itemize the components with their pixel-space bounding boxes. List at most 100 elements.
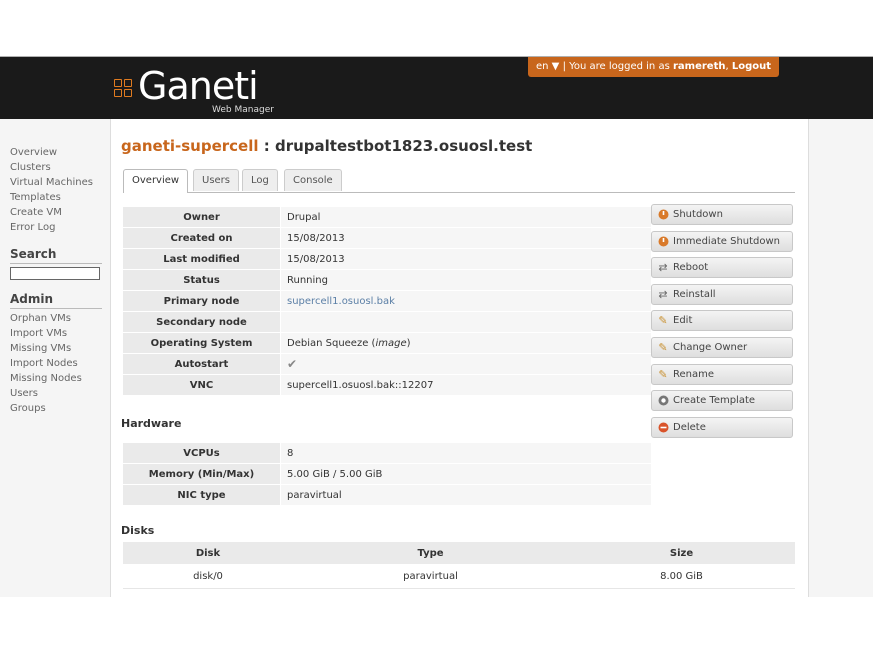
create-template-button[interactable]: Create Template: [651, 390, 793, 412]
created-value: 15/08/2013: [280, 227, 651, 249]
modified-value: 15/08/2013: [280, 248, 651, 270]
logo-text: Ganeti: [138, 64, 259, 108]
search-heading: Search: [10, 247, 102, 264]
reboot-button[interactable]: ⇄ Reboot: [651, 257, 793, 279]
col-disk: Disk: [123, 542, 293, 564]
vnc-label: VNC: [123, 374, 281, 396]
col-size: Size: [568, 542, 795, 564]
reboot-icon: ⇄: [658, 261, 668, 275]
table-row: Created on 15/08/2013: [123, 227, 651, 249]
disk-size: 8.00 GiB: [568, 564, 795, 589]
disk-name: disk/0: [123, 564, 293, 589]
hardware-heading: Hardware: [121, 417, 182, 430]
reboot-label: Reboot: [673, 262, 709, 274]
nav-overview[interactable]: Overview: [10, 145, 102, 160]
shutdown-label: Shutdown: [673, 209, 723, 220]
tab-log[interactable]: Log: [242, 169, 278, 191]
secondary-node-value: [280, 311, 651, 333]
table-row: VNC supercell1.osuosl.bak::12207: [123, 374, 651, 396]
table-row: Owner Drupal: [123, 207, 651, 228]
immediate-shutdown-button[interactable]: Immediate Shutdown: [651, 230, 793, 252]
rename-button[interactable]: ✎ Rename: [651, 363, 793, 385]
cluster-link[interactable]: ganeti-supercell: [121, 137, 259, 155]
vnc-value: supercell1.osuosl.bak::12207: [280, 374, 651, 396]
app-header: Ganeti Web Manager en ▼ | You are logged…: [0, 56, 873, 120]
change-owner-label: Change Owner: [673, 341, 748, 353]
power-icon: [657, 235, 669, 247]
language-selector[interactable]: en ▼: [536, 61, 559, 72]
os-label: Operating System: [123, 332, 281, 354]
nav-import-nodes[interactable]: Import Nodes: [10, 356, 102, 371]
create-template-label: Create Template: [673, 395, 756, 407]
table-row: NIC type paravirtual: [123, 484, 651, 506]
username: ramereth: [672, 61, 726, 72]
logo-grid-icon: [114, 79, 134, 99]
autostart-label: Autostart: [123, 353, 281, 375]
table-row: Memory (Min/Max) 5.00 GiB / 5.00 GiB: [123, 463, 651, 485]
disks-table: Disk Type Size disk/0 paravirtual 8.00 G…: [123, 542, 795, 589]
vcpus-label: VCPUs: [123, 443, 281, 464]
modified-label: Last modified: [123, 248, 281, 270]
user-bar: en ▼ | You are logged in as ramereth, Lo…: [528, 57, 779, 77]
nav-groups[interactable]: Groups: [10, 401, 102, 416]
os-image: image: [375, 337, 407, 349]
pencil-icon: ✎: [658, 340, 668, 354]
table-row: Secondary node: [123, 311, 651, 333]
edit-button[interactable]: ✎ Edit: [651, 310, 793, 332]
os-value: Debian Squeeze (image): [280, 332, 651, 354]
nav-templates[interactable]: Templates: [10, 190, 102, 205]
table-row: Operating System Debian Squeeze (image): [123, 332, 651, 354]
title-separator: :: [258, 137, 275, 155]
sidebar: Overview Clusters Virtual Machines Templ…: [10, 145, 102, 416]
table-row: Status Running: [123, 269, 651, 291]
nav-virtual-machines[interactable]: Virtual Machines: [10, 175, 102, 190]
pencil-icon: ✎: [658, 314, 668, 328]
table-row: disk/0 paravirtual 8.00 GiB: [123, 564, 795, 589]
delete-button[interactable]: Delete: [651, 416, 793, 438]
power-icon: [657, 209, 669, 221]
nav-import-vms[interactable]: Import VMs: [10, 326, 102, 341]
autostart-value: ✔: [280, 353, 651, 375]
os-name: Debian Squeeze: [287, 337, 369, 349]
tab-bar: Overview Users Log Console: [123, 169, 795, 193]
table-row: VCPUs 8: [123, 443, 651, 464]
tab-overview[interactable]: Overview: [123, 169, 189, 193]
shutdown-button[interactable]: Shutdown: [651, 204, 793, 225]
nav-error-log[interactable]: Error Log: [10, 220, 102, 235]
table-row: Primary node supercell1.osuosl.bak: [123, 290, 651, 312]
edit-label: Edit: [673, 315, 693, 327]
nav-create-vm[interactable]: Create VM: [10, 205, 102, 220]
primary-node-label: Primary node: [123, 290, 281, 312]
table-row: Last modified 15/08/2013: [123, 248, 651, 270]
change-owner-button[interactable]: ✎ Change Owner: [651, 336, 793, 358]
tab-users[interactable]: Users: [193, 169, 240, 191]
vcpus-value: 8: [280, 443, 651, 464]
owner-value: Drupal: [280, 207, 651, 228]
status-value: Running: [280, 269, 651, 291]
tab-console[interactable]: Console: [284, 169, 342, 191]
nav-orphan-vms[interactable]: Orphan VMs: [10, 311, 102, 326]
search-input[interactable]: [10, 267, 100, 280]
nav-clusters[interactable]: Clusters: [10, 160, 102, 175]
logo-subtitle: Web Manager: [212, 105, 274, 115]
pencil-icon: ✎: [658, 367, 668, 381]
nav-missing-vms[interactable]: Missing VMs: [10, 341, 102, 356]
memory-value: 5.00 GiB / 5.00 GiB: [280, 463, 651, 485]
col-type: Type: [293, 542, 568, 564]
ganeti-logo[interactable]: Ganeti Web Manager: [114, 65, 294, 115]
table-header-row: Disk Type Size: [123, 542, 795, 564]
primary-node-link[interactable]: supercell1.osuosl.bak: [287, 296, 395, 307]
nav-missing-nodes[interactable]: Missing Nodes: [10, 371, 102, 386]
reinstall-button[interactable]: ⇄ Reinstall: [651, 283, 793, 305]
logout-link[interactable]: Logout: [732, 61, 771, 72]
created-label: Created on: [123, 227, 281, 249]
delete-icon: [657, 421, 669, 433]
hardware-table: VCPUs 8 Memory (Min/Max) 5.00 GiB / 5.00 G…: [123, 443, 651, 506]
immediate-shutdown-label: Immediate Shutdown: [673, 235, 781, 247]
vm-name: drupaltestbot1823.osuosl.test: [274, 137, 533, 155]
status-label: Status: [123, 269, 281, 291]
nav-users[interactable]: Users: [10, 386, 102, 401]
checkmark-icon: ✔: [287, 357, 298, 371]
nic-value: paravirtual: [280, 484, 651, 506]
vm-info-table: Owner Drupal Created on 15/08/2013 Last mo…: [123, 207, 651, 396]
